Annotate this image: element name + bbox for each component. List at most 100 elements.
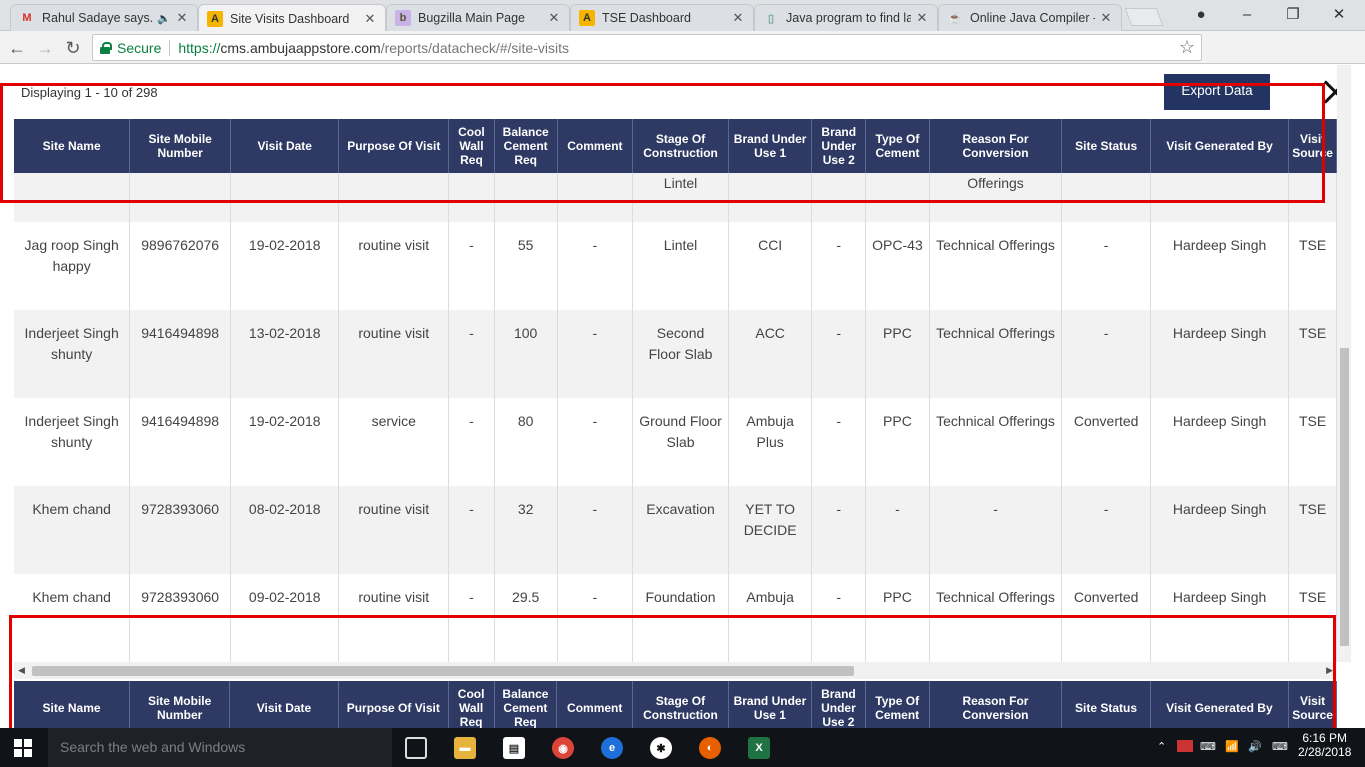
tab-tse-dashboard[interactable]: A TSE Dashboard ✕ <box>570 4 754 31</box>
file-explorer-icon[interactable]: ▬ <box>454 737 476 759</box>
back-icon[interactable]: ← <box>6 37 28 59</box>
tab-close-icon[interactable]: ✕ <box>915 10 929 26</box>
cell-cool-wall: - <box>448 398 495 486</box>
cell-site-mobile: 9728393060 <box>129 574 232 662</box>
firefox-icon[interactable]: ◐ <box>699 737 721 759</box>
secure-label: Secure <box>117 39 162 56</box>
column-header-generated-by[interactable]: Visit Generated By <box>1150 681 1290 728</box>
tab-bugzilla[interactable]: b Bugzilla Main Page ✕ <box>386 4 570 31</box>
cell-balance-cement: 80 <box>494 398 558 486</box>
chrome-icon[interactable]: ◉ <box>552 737 574 759</box>
column-header-balance-cement[interactable]: Balance Cement Req <box>494 681 558 728</box>
edge-icon[interactable]: e <box>601 737 623 759</box>
minimize-button[interactable]: – <box>1224 0 1270 28</box>
tab-close-icon[interactable]: ✕ <box>1099 10 1113 26</box>
column-header-stage[interactable]: Stage Of Construction <box>632 119 729 173</box>
column-header-reason[interactable]: Reason For Conversion <box>929 119 1063 173</box>
cell-visit-source <box>1288 173 1337 222</box>
vertical-scrollbar-thumb[interactable] <box>1340 348 1349 646</box>
forward-icon[interactable]: → <box>34 37 56 59</box>
cell-cement-type: - <box>865 486 930 574</box>
tab-java-compiler[interactable]: ☕ Online Java Compiler - ✕ <box>938 4 1122 31</box>
horizontal-scrollbar-thumb[interactable] <box>32 666 854 676</box>
column-header-site-name[interactable]: Site Name <box>14 119 131 173</box>
column-header-comment[interactable]: Comment <box>557 119 634 173</box>
vertical-scrollbar[interactable] <box>1337 65 1351 662</box>
column-header-purpose[interactable]: Purpose Of Visit <box>338 681 449 728</box>
column-header-cool-wall[interactable]: Cool Wall Req <box>448 119 495 173</box>
table-row[interactable]: Jag roop Singh happy 9896762076 19-02-2018… <box>14 222 1337 310</box>
table-row[interactable]: Khem chand 9728393060 08-02-2018 routine vi… <box>14 486 1337 574</box>
cell-generated-by: Hardeep Singh <box>1150 486 1290 574</box>
taskbar-search-box[interactable]: Search the web and Windows <box>48 728 392 767</box>
tab-java-program[interactable]: ▯ Java program to find la ✕ <box>754 4 938 31</box>
profile-icon[interactable]: ● <box>1178 0 1224 28</box>
export-data-button[interactable]: Export Data <box>1164 74 1270 110</box>
tab-close-icon[interactable]: ✕ <box>731 10 745 26</box>
column-header-visit-date[interactable]: Visit Date <box>230 119 340 173</box>
secure-indicator[interactable]: Secure <box>100 40 161 56</box>
spreadsheet-icon[interactable]: X <box>748 737 770 759</box>
cell-site-mobile: 9416494898 <box>129 310 232 398</box>
table-row[interactable]: Inderjeet Singh shunty 9416494898 19-02-20… <box>14 398 1337 486</box>
column-header-cement-type[interactable]: Type Of Cement <box>865 119 930 173</box>
restore-button[interactable]: ❐ <box>1270 0 1316 28</box>
column-header-brand-1[interactable]: Brand Under Use 1 <box>728 119 813 173</box>
column-header-site-name[interactable]: Site Name <box>14 681 131 728</box>
store-icon[interactable]: ▤ <box>503 737 525 759</box>
column-header-balance-cement[interactable]: Balance Cement Req <box>494 119 558 173</box>
scroll-left-arrow-icon[interactable]: ◀ <box>18 665 25 676</box>
cell-brand-1: CCI <box>728 222 813 310</box>
column-header-site-status[interactable]: Site Status <box>1061 119 1151 173</box>
column-header-cool-wall[interactable]: Cool Wall Req <box>448 681 495 728</box>
column-header-brand-2[interactable]: Brand Under Use 2 <box>811 119 867 173</box>
windows-start-icon[interactable] <box>14 739 32 757</box>
column-header-cement-type[interactable]: Type Of Cement <box>865 681 930 728</box>
tab-close-icon[interactable]: ✕ <box>547 10 561 26</box>
column-header-purpose[interactable]: Purpose Of Visit <box>338 119 450 173</box>
task-view-icon[interactable] <box>405 737 427 759</box>
column-header-visit-date[interactable]: Visit Date <box>229 681 339 728</box>
table-row[interactable]: Khem chand 9728393060 09-02-2018 routine vi… <box>14 574 1337 662</box>
column-header-reason[interactable]: Reason For Conversion <box>929 681 1063 728</box>
cell-brand-2: - <box>811 574 867 662</box>
column-header-comment[interactable]: Comment <box>556 681 634 728</box>
column-header-visit-source[interactable]: Visit Source <box>1288 681 1337 728</box>
column-header-site-mobile[interactable]: Site Mobile Number <box>129 119 232 173</box>
column-header-generated-by[interactable]: Visit Generated By <box>1150 119 1290 173</box>
app-icon[interactable]: ✱ <box>650 737 672 759</box>
language-icon[interactable]: ⌨ <box>1272 740 1288 753</box>
column-header-brand-2[interactable]: Brand Under Use 2 <box>811 681 866 728</box>
tray-app-icon[interactable] <box>1177 740 1193 752</box>
column-header-brand-1[interactable]: Brand Under Use 1 <box>728 681 813 728</box>
cell-cool-wall: - <box>448 310 495 398</box>
tab-site-visits[interactable]: A Site Visits Dashboard ✕ <box>198 4 386 32</box>
horizontal-scrollbar[interactable]: ◀ ▶ <box>14 662 1337 679</box>
tab-close-icon[interactable]: ✕ <box>175 10 189 26</box>
new-tab-button[interactable] <box>1124 8 1164 26</box>
column-header-site-status[interactable]: Site Status <box>1061 681 1151 728</box>
network-icon[interactable]: 📶 <box>1225 740 1239 753</box>
cell-stage: Lintel <box>632 173 729 222</box>
pagination-summary: Displaying 1 - 10 of 298 <box>21 85 158 100</box>
bookmark-star-icon[interactable]: ☆ <box>1179 37 1195 58</box>
volume-icon[interactable]: 🔊 <box>1248 740 1262 753</box>
tab-gmail[interactable]: M Rahul Sadaye says... 🔈 ✕ <box>10 4 198 31</box>
window-close-button[interactable]: ✕ <box>1316 0 1362 28</box>
taskbar-clock[interactable]: 6:16 PM 2/28/2018 <box>1298 731 1351 759</box>
tray-chevron-icon[interactable]: ⌃ <box>1157 740 1166 753</box>
cell-site-mobile: 9728393060 <box>129 486 232 574</box>
column-header-visit-source[interactable]: Visit Source <box>1288 119 1337 173</box>
column-header-site-mobile[interactable]: Site Mobile Number <box>129 681 231 728</box>
table-row[interactable]: Inderjeet Singh shunty 9416494898 13-02-20… <box>14 310 1337 398</box>
keyboard-icon[interactable]: ⌨ <box>1200 740 1216 753</box>
windows-taskbar: Search the web and Windows ▬ ▤ ◉ e ✱ ◐ X… <box>0 728 1365 767</box>
site-visits-table-viewport[interactable]: Site Name Site Mobile Number Visit Date Pur… <box>14 119 1337 662</box>
address-bar[interactable]: Secure https://cms.ambujaappstore.com/re… <box>92 34 1202 61</box>
table-row[interactable]: Lintel Offerings <box>14 173 1337 222</box>
tab-close-icon[interactable]: ✕ <box>363 11 377 27</box>
speaker-icon[interactable]: 🔈 <box>157 12 171 25</box>
column-header-stage[interactable]: Stage Of Construction <box>632 681 729 728</box>
reload-icon[interactable]: ↻ <box>62 37 84 59</box>
scroll-right-arrow-icon[interactable]: ▶ <box>1326 665 1333 676</box>
